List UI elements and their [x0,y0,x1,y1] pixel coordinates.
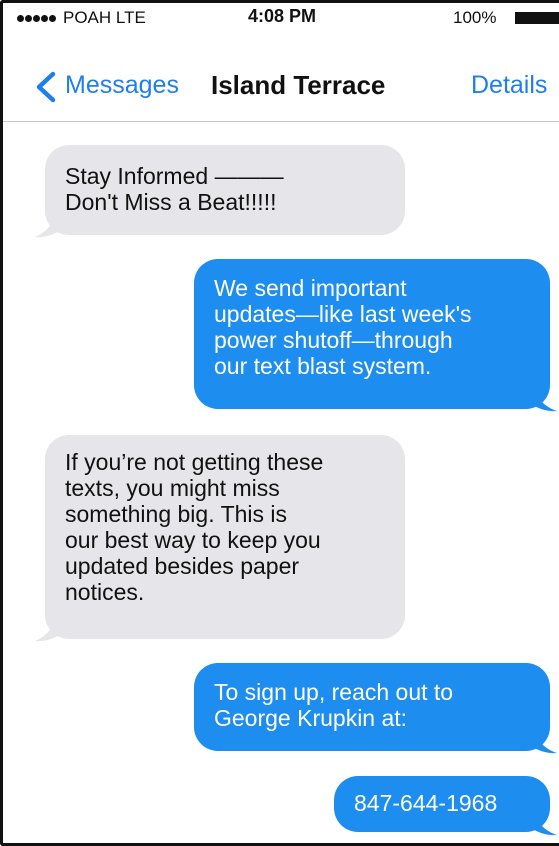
conversation-title: Island Terrace [211,70,386,100]
battery-icon [515,12,559,24]
chevron-left-icon[interactable] [31,71,61,103]
clock: 4:08 PM [248,6,317,26]
message-bubble-incoming: Stay Informed ——— Don't Miss a Beat!!!!! [45,145,405,235]
details-button[interactable]: Details [471,71,547,100]
message-bubble-outgoing: We send important updates—like last week… [194,259,550,409]
message-bubble-outgoing[interactable]: 847-644-1968 [334,776,550,832]
phone-frame: POAH LTE 4:08 PM 100% Messages Island Te… [0,0,559,846]
navigation-bar: Messages Island Terrace Details [3,33,559,122]
status-bar: POAH LTE 4:08 PM 100% [3,3,559,33]
message-bubble-incoming: If you’re not getting these texts, you m… [45,435,405,639]
battery-percent: 100% [453,8,497,27]
carrier-label: POAH LTE [63,8,146,27]
signal-strength-icon [17,15,57,23]
message-bubble-outgoing: To sign up, reach out to George Krupkin … [194,663,550,751]
back-button[interactable]: Messages [65,71,179,100]
